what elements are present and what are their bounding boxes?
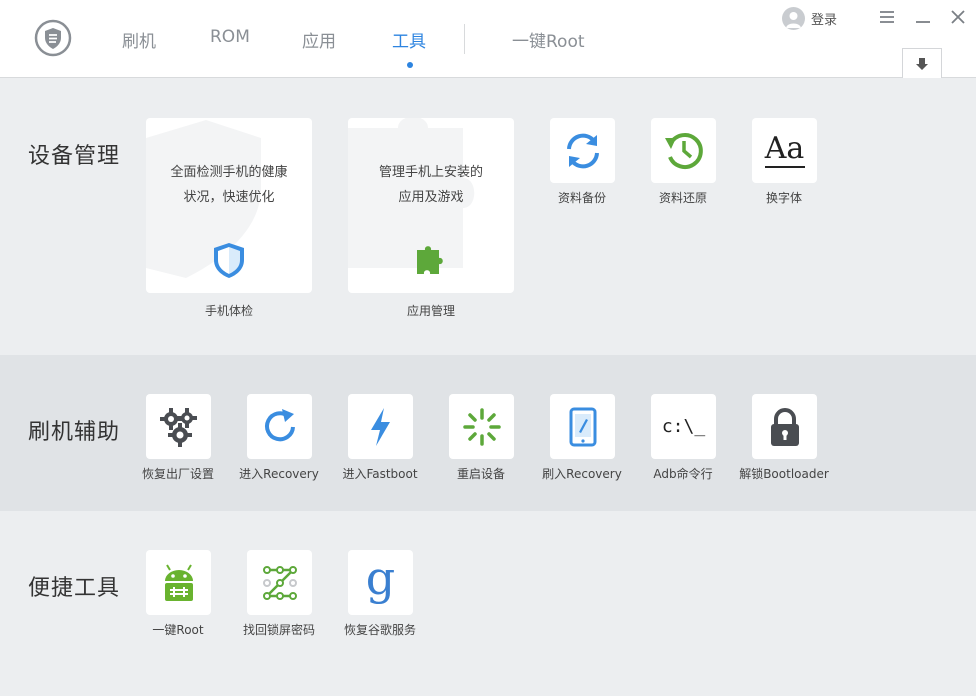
puzzle-icon bbox=[411, 240, 451, 280]
close-icon[interactable] bbox=[948, 7, 968, 27]
terminal-icon: c:\_ bbox=[661, 416, 706, 437]
app-card-label: 应用管理 bbox=[406, 304, 455, 318]
app-management-card[interactable]: 管理手机上安装的 应用及游戏 bbox=[348, 118, 514, 293]
adb-terminal-tile[interactable]: c:\_ bbox=[651, 394, 716, 459]
enter-recovery-label: 进入Recovery bbox=[239, 467, 319, 481]
factory-reset-label: 恢复出厂设置 bbox=[141, 467, 214, 481]
recover-lock-password-tile[interactable] bbox=[247, 550, 312, 615]
unlock-bootloader-tile[interactable] bbox=[752, 394, 817, 459]
lightning-icon bbox=[370, 407, 390, 446]
app-card-desc: 管理手机上安装的 应用及游戏 bbox=[378, 165, 483, 205]
data-backup-tile[interactable] bbox=[550, 118, 615, 183]
active-tab-indicator bbox=[407, 62, 413, 68]
pattern-lock-icon bbox=[262, 565, 297, 600]
unlock-bootloader-label: 解锁Bootloader bbox=[739, 467, 829, 481]
one-click-root-tile[interactable] bbox=[146, 550, 211, 615]
restore-google-services-label: 恢复谷歌服务 bbox=[343, 623, 416, 637]
shield-icon bbox=[209, 240, 249, 280]
tab-flash[interactable]: 刷机 bbox=[122, 27, 156, 52]
one-click-root-label: 一键Root bbox=[152, 623, 204, 637]
flash-recovery-label: 刷入Recovery bbox=[542, 467, 622, 481]
nav-divider bbox=[464, 24, 465, 54]
restore-google-services-tile[interactable]: g bbox=[348, 550, 413, 615]
top-bar: 刷机 ROM 应用 工具 一键Root 登录 bbox=[0, 0, 976, 78]
flash-assist-section: 刷机辅助 恢复出厂设置 进入Recovery 进入Fastboot 重启设备 刷… bbox=[0, 355, 976, 511]
device-management-section: 设备管理 全面检测手机的健康 状况，快速优化 手机体检 管理手机上安装的 应用及… bbox=[0, 79, 976, 355]
data-restore-tile[interactable] bbox=[651, 118, 716, 183]
app-logo-icon[interactable] bbox=[34, 19, 72, 57]
tab-rom[interactable]: ROM bbox=[210, 27, 250, 47]
health-card-label: 手机体检 bbox=[204, 304, 253, 318]
restore-clock-icon bbox=[664, 132, 703, 169]
font-icon: Aa bbox=[764, 131, 805, 168]
health-card-desc: 全面检测手机的健康 状况，快速优化 bbox=[170, 165, 288, 205]
login-label: 登录 bbox=[811, 12, 838, 28]
download-arrow-icon bbox=[916, 57, 928, 70]
data-restore-label: 资料还原 bbox=[658, 191, 707, 205]
android-icon bbox=[164, 563, 193, 601]
login-button[interactable]: 登录 bbox=[782, 6, 837, 30]
factory-reset-tile[interactable] bbox=[146, 394, 211, 459]
reboot-device-tile[interactable] bbox=[449, 394, 514, 459]
change-font-tile[interactable]: Aa bbox=[752, 118, 817, 183]
section-title: 刷机辅助 bbox=[28, 420, 121, 445]
tab-tools[interactable]: 工具 bbox=[392, 27, 426, 52]
adb-terminal-label: Adb命令行 bbox=[653, 467, 713, 481]
enter-fastboot-tile[interactable] bbox=[348, 394, 413, 459]
refresh-icon bbox=[264, 408, 295, 441]
flash-recovery-tile[interactable] bbox=[550, 394, 615, 459]
tab-apps[interactable]: 应用 bbox=[302, 27, 336, 52]
tablet-pen-icon bbox=[569, 407, 596, 446]
change-font-label: 换字体 bbox=[765, 191, 802, 205]
menu-icon[interactable] bbox=[877, 7, 897, 27]
enter-fastboot-label: 进入Fastboot bbox=[342, 467, 418, 481]
loading-spinner-icon bbox=[462, 407, 501, 446]
phone-health-card[interactable]: 全面检测手机的健康 状况，快速优化 bbox=[146, 118, 312, 293]
sync-icon bbox=[566, 133, 599, 168]
enter-recovery-tile[interactable] bbox=[247, 394, 312, 459]
user-avatar-icon bbox=[782, 6, 805, 30]
section-title: 便捷工具 bbox=[28, 576, 121, 601]
tab-one-click-root[interactable]: 一键Root bbox=[512, 27, 585, 52]
recover-lock-password-label: 找回锁屏密码 bbox=[242, 623, 315, 637]
section-title: 设备管理 bbox=[28, 144, 121, 169]
gears-icon bbox=[159, 407, 197, 447]
data-backup-label: 资料备份 bbox=[557, 191, 606, 205]
quick-tools-section: 便捷工具 一键Root 找回锁屏密码 g 恢复谷歌服务 bbox=[0, 511, 976, 696]
reboot-device-label: 重启设备 bbox=[456, 467, 505, 481]
download-manager-button[interactable] bbox=[902, 48, 942, 78]
minimize-icon[interactable] bbox=[913, 7, 933, 27]
lock-icon bbox=[770, 407, 799, 446]
google-icon: g bbox=[365, 550, 396, 605]
